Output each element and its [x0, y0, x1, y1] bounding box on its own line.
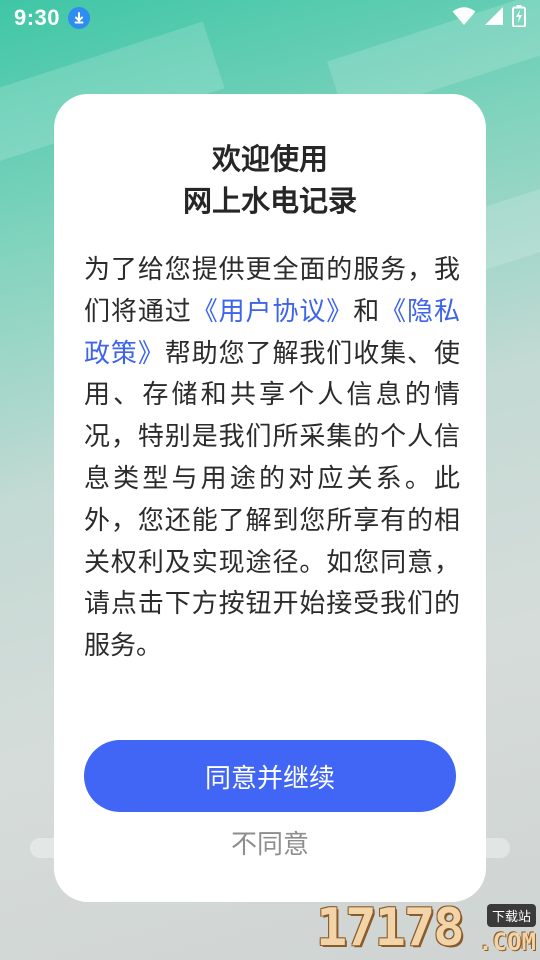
body-text-details: 帮助您了解我们收集、使用、存储和共享个人信息的情况，特别是我们所采集的个人信息类… [84, 338, 460, 662]
dialog-title: 欢迎使用 网上水电记录 [54, 138, 486, 222]
watermark-logo: 17178 下载站 .COM [316, 898, 540, 960]
watermark-number: 17178 [316, 898, 465, 958]
wifi-icon [452, 6, 476, 30]
dialog-title-app-name: 网上水电记录 [182, 184, 357, 218]
watermark-tag: 下载站 [486, 904, 536, 927]
watermark-domain: .COM [478, 928, 536, 956]
agree-continue-button[interactable]: 同意并继续 [84, 740, 456, 812]
status-bar: 9:30 [0, 0, 540, 36]
disagree-button[interactable]: 不同意 [54, 822, 486, 868]
dialog-title-line1: 欢迎使用 [211, 142, 328, 176]
privacy-dialog: 欢迎使用 网上水电记录 为了给您提供更全面的服务，我们将通过《用户协议》和《隐私… [54, 94, 486, 902]
signal-icon [484, 6, 504, 30]
dialog-body: 为了给您提供更全面的服务，我们将通过《用户协议》和《隐私政策》帮助您了解我们收集… [84, 250, 460, 668]
download-icon [68, 7, 91, 29]
user-agreement-link[interactable]: 《用户协议》 [192, 297, 354, 327]
status-time: 9:30 [14, 5, 61, 30]
body-text-and: 和 [353, 296, 381, 327]
battery-charging-icon [512, 5, 526, 31]
